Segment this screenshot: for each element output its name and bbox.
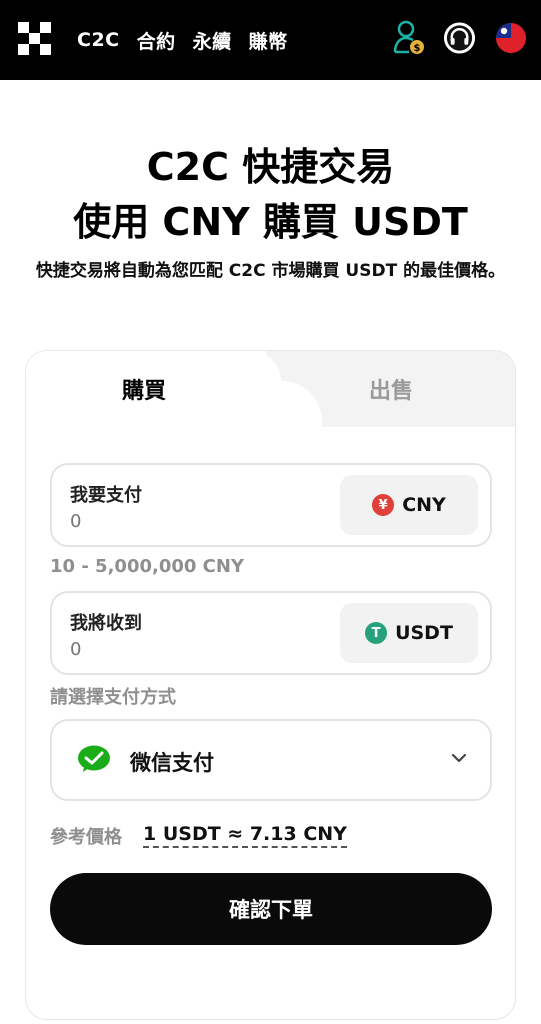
receive-amount-field: 我將收到 T USDT	[50, 591, 492, 675]
tab-buy[interactable]: 購買	[122, 373, 166, 405]
nav-item-contract[interactable]: 合約	[137, 27, 176, 54]
nav-item-perpetual[interactable]: 永續	[193, 27, 232, 54]
payment-method-value: 微信支付	[130, 751, 214, 775]
tab-sell[interactable]: 出售	[369, 373, 413, 405]
chevron-down-icon	[450, 749, 468, 771]
receive-label: 我將收到	[70, 613, 142, 634]
receive-amount-input[interactable]	[70, 639, 310, 660]
nav-menu: C2C 合約 永續 賺幣	[77, 0, 288, 80]
hero-description: 快捷交易將自動為您匹配 C2C 市場購買 USDT 的最佳價格。	[35, 261, 506, 281]
top-nav-bar: C2C 合約 永續 賺幣 $	[0, 0, 541, 80]
hero-title-line1: C2C 快捷交易	[146, 145, 395, 189]
nav-item-c2c[interactable]: C2C	[77, 29, 120, 51]
pay-currency-button[interactable]: ¥ CNY	[340, 475, 478, 535]
pay-amount-input[interactable]	[70, 511, 310, 532]
headset-icon[interactable]	[443, 20, 476, 56]
wechat-icon	[78, 745, 110, 777]
payment-method-label: 請選擇支付方式	[50, 687, 176, 708]
okx-logo-icon[interactable]	[18, 22, 51, 55]
nav-item-earn[interactable]: 賺幣	[249, 27, 288, 54]
usdt-icon: T	[365, 622, 388, 644]
cny-icon: ¥	[372, 494, 395, 516]
pay-label: 我要支付	[70, 485, 142, 506]
reference-price-label: 參考價格	[50, 827, 122, 848]
pay-range-hint: 10 - 5,000,000 CNY	[50, 556, 244, 577]
pay-amount-field: 我要支付 ¥ CNY	[50, 463, 492, 547]
pay-currency-label: CNY	[402, 494, 446, 516]
trade-tabs: 購買 出售	[26, 351, 515, 451]
confirm-order-button[interactable]: 確認下單	[50, 873, 492, 945]
agent-coin-icon[interactable]: $	[392, 20, 425, 56]
receive-currency-button[interactable]: T USDT	[340, 603, 478, 663]
taiwan-flag-icon[interactable]	[494, 20, 527, 56]
trade-card: 購買 出售 我要支付 ¥ CNY 10 - 5,000,000 CNY 我將收到…	[25, 350, 516, 1020]
svg-text:$: $	[413, 43, 420, 54]
receive-currency-label: USDT	[395, 622, 453, 644]
hero-title-line2: 使用 CNY 購買 USDT	[73, 200, 468, 244]
reference-price-value[interactable]: 1 USDT ≈ 7.13 CNY	[143, 823, 347, 848]
payment-method-select[interactable]: 微信支付	[50, 719, 492, 801]
